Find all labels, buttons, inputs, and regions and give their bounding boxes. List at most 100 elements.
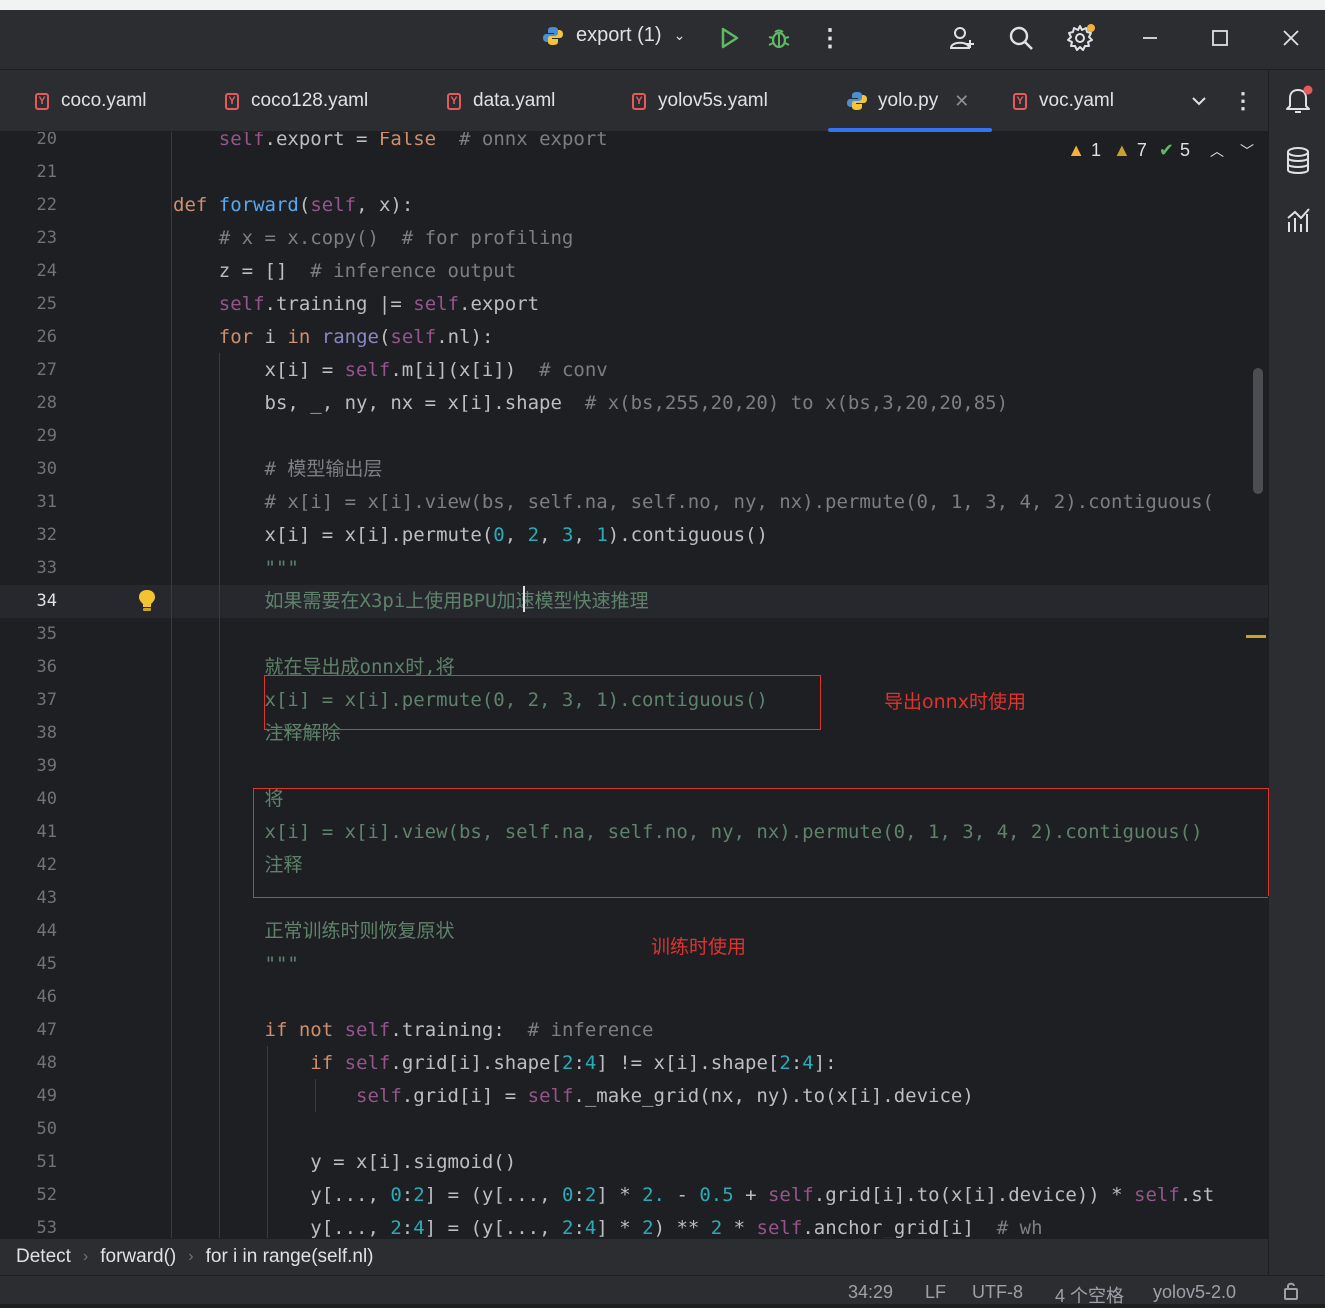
tab-coco-yaml[interactable]: Y coco.yaml — [35, 70, 147, 132]
code-line[interactable]: 26 for i in range(self.nl): — [0, 321, 1268, 354]
code-line[interactable]: 46 — [0, 981, 1268, 1014]
tab-yolo-py[interactable]: yolo.py ✕ — [828, 70, 992, 132]
search-icon — [1009, 26, 1033, 50]
code-line[interactable]: 35 — [0, 618, 1268, 651]
run-config-label: export (1) — [576, 24, 662, 46]
search-button[interactable] — [1003, 20, 1039, 56]
notifications-button[interactable] — [1283, 84, 1313, 121]
breadcrumb-loop[interactable]: for i in range(self.nl) — [206, 1246, 374, 1268]
line-number: 36 — [36, 657, 57, 677]
tab-voc-yaml[interactable]: Y voc.yaml — [1013, 70, 1114, 132]
run-config-selector[interactable]: export (1) ⌄ — [542, 24, 685, 47]
line-number: 30 — [36, 459, 57, 479]
line-number: 40 — [36, 789, 57, 809]
code-editor[interactable]: 20 self.export = False # onnx export 21 22… — [0, 132, 1268, 1238]
sciview-button[interactable] — [1285, 206, 1311, 239]
tab-more-button[interactable]: ⋮ — [1232, 70, 1254, 132]
line-number: 47 — [36, 1020, 57, 1040]
line-number: 42 — [36, 855, 57, 875]
close-icon — [1283, 30, 1299, 46]
code-line[interactable]: 22 def forward(self, x): — [0, 189, 1268, 222]
code-line[interactable]: 45 """ — [0, 948, 1268, 981]
tab-list-dropdown[interactable] — [1190, 70, 1208, 132]
line-number: 28 — [36, 393, 57, 413]
code-text: self.grid[i] = self._make_grid(nx, ny).t… — [356, 1085, 974, 1107]
code-line[interactable]: 39 — [0, 750, 1268, 783]
code-line[interactable]: 27 x[i] = self.m[i](x[i]) # conv — [0, 354, 1268, 387]
python-interpreter[interactable]: yolov5-2.0 — [1153, 1282, 1236, 1303]
line-number: 53 — [36, 1218, 57, 1238]
annotation-train-note: 训练时使用 — [651, 936, 747, 958]
next-highlight-icon[interactable]: ﹀ — [1240, 141, 1254, 161]
code-line[interactable]: 44 正常训练时则恢复原状 — [0, 915, 1268, 948]
maximize-button[interactable] — [1202, 20, 1238, 56]
tab-data-yaml[interactable]: Y data.yaml — [447, 70, 555, 132]
code-line[interactable]: 34 如果需要在X3pi上使用BPU加速模型快速推理 — [0, 585, 1268, 618]
previous-highlight-icon[interactable]: ︿ — [1210, 141, 1224, 161]
close-tab-icon[interactable]: ✕ — [954, 91, 969, 112]
code-text: x[i] = x[i].permute(0, 2, 3, 1).contiguo… — [173, 524, 768, 546]
tab-label: coco.yaml — [61, 90, 147, 111]
line-number: 52 — [36, 1185, 57, 1205]
line-number: 50 — [36, 1119, 57, 1139]
code-line[interactable]: 32 x[i] = x[i].permute(0, 2, 3, 1).conti… — [0, 519, 1268, 552]
code-line[interactable]: 49 self.grid[i] = self._make_grid(nx, ny… — [0, 1080, 1268, 1113]
tab-coco128-yaml[interactable]: Y coco128.yaml — [225, 70, 368, 132]
code-text: # 模型输出层 — [264, 458, 383, 480]
run-button[interactable] — [711, 20, 747, 56]
code-line[interactable]: 53 y[..., 2:4] = (y[..., 2:4] * 2) ** 2 … — [0, 1212, 1268, 1238]
code-line[interactable]: 29 — [0, 420, 1268, 453]
more-actions-button[interactable]: ⋮ — [812, 20, 848, 56]
caret-position[interactable]: 34:29 — [848, 1282, 893, 1303]
settings-button[interactable] — [1062, 20, 1098, 56]
tab-label: yolov5s.yaml — [658, 90, 768, 111]
lock-icon[interactable] — [1282, 1280, 1300, 1305]
code-line[interactable]: 31 # x[i] = x[i].view(bs, self.na, self.… — [0, 486, 1268, 519]
code-line[interactable]: 28 bs, _, ny, nx = x[i].shape # x(bs,255… — [0, 387, 1268, 420]
code-line[interactable]: 25 self.training |= self.export — [0, 288, 1268, 321]
code-text: z = [] # inference output — [173, 260, 517, 282]
code-with-me-button[interactable] — [944, 20, 980, 56]
code-line[interactable]: 50 — [0, 1113, 1268, 1146]
file-encoding[interactable]: UTF-8 — [972, 1282, 1023, 1303]
code-line[interactable]: 52 y[..., 0:2] = (y[..., 0:2] * 2. - 0.5… — [0, 1179, 1268, 1212]
tab-yolov5s-yaml[interactable]: Y yolov5s.yaml — [632, 70, 768, 132]
minimize-button[interactable] — [1132, 20, 1168, 56]
tab-label: voc.yaml — [1039, 90, 1114, 111]
inspection-widget[interactable]: ▲ 1 ▲ 7 ✔ 5 ︿ ﹀ — [1067, 140, 1254, 161]
close-window-button[interactable] — [1273, 20, 1309, 56]
indent-guide — [267, 1046, 268, 1238]
gear-icon — [1067, 24, 1095, 51]
line-number: 24 — [36, 261, 57, 281]
breadcrumb-class[interactable]: Detect — [16, 1246, 71, 1268]
more-vertical-icon: ⋮ — [1232, 88, 1254, 113]
database-button[interactable] — [1285, 146, 1311, 181]
chevron-right-icon: › — [188, 1248, 194, 1265]
code-line[interactable]: 51 y = x[i].sigmoid() — [0, 1146, 1268, 1179]
line-number: 32 — [36, 525, 57, 545]
code-text: self.export = False # onnx export — [218, 132, 608, 150]
code-line[interactable]: 24 z = [] # inference output — [0, 255, 1268, 288]
vertical-scrollbar[interactable] — [1253, 368, 1263, 494]
bell-icon — [1286, 85, 1313, 113]
code-line[interactable]: 30 # 模型输出层 — [0, 453, 1268, 486]
warning-stripe-marker[interactable] — [1246, 635, 1266, 638]
line-number: 35 — [36, 624, 57, 644]
code-line[interactable]: 23 # x = x.copy() # for profiling — [0, 222, 1268, 255]
code-line[interactable]: 47 if not self.training: # inference — [0, 1014, 1268, 1047]
code-text: 正常训练时则恢复原状 — [264, 920, 455, 942]
chevron-down-icon — [1192, 97, 1206, 106]
intention-bulb-icon[interactable] — [137, 588, 157, 617]
indent-setting[interactable]: 4 个空格 — [1055, 1282, 1124, 1308]
code-line[interactable]: 33 """ — [0, 552, 1268, 585]
line-number: 31 — [36, 492, 57, 512]
tab-label: data.yaml — [473, 90, 556, 111]
annotation-box-view-edge — [1268, 788, 1269, 896]
code-line[interactable]: 48 if self.grid[i].shape[2:4] != x[i].sh… — [0, 1047, 1268, 1080]
line-ending[interactable]: LF — [925, 1282, 946, 1303]
chart-icon — [1287, 208, 1310, 232]
line-number: 38 — [36, 723, 57, 743]
line-number: 20 — [36, 132, 57, 149]
debug-button[interactable] — [761, 20, 797, 56]
breadcrumb-method[interactable]: forward() — [100, 1246, 176, 1268]
